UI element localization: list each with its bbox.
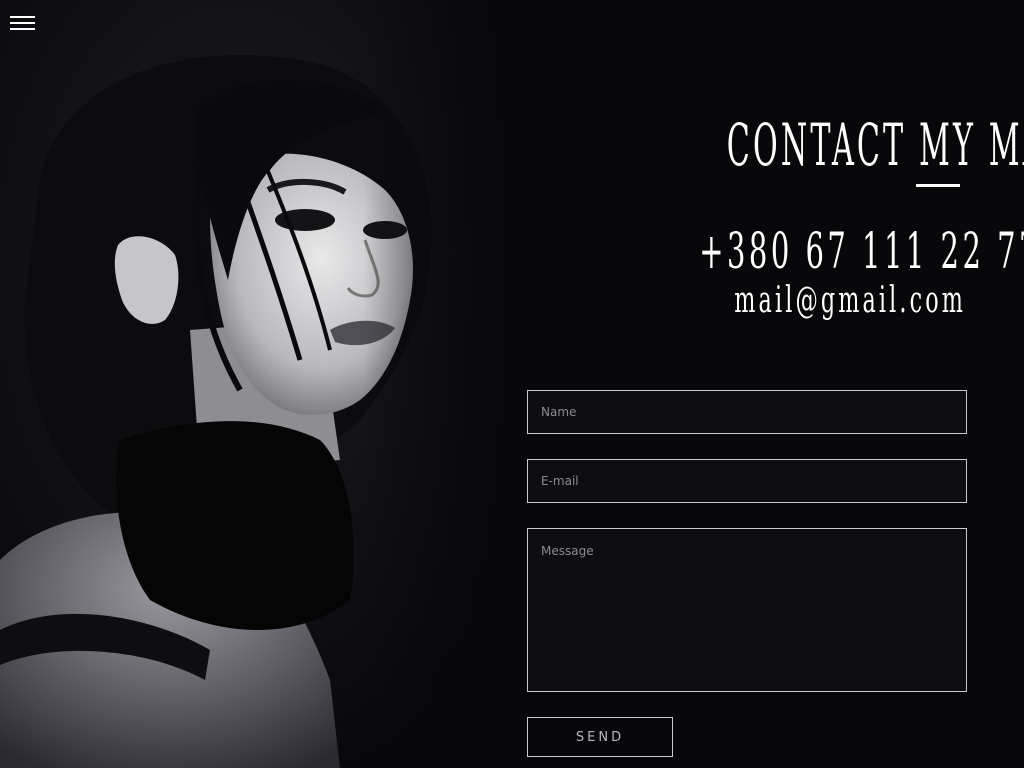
contact-info: CONTACT MY MANAGER +380 67 111 22 77 mai…	[506, 111, 1024, 321]
hamburger-menu-icon[interactable]	[10, 16, 36, 34]
contact-page: CONTACT MY MANAGER +380 67 111 22 77 mai…	[0, 0, 1024, 768]
contact-form: SEND	[527, 390, 967, 757]
menu-line	[10, 28, 35, 30]
phone-number[interactable]: +380 67 111 22 77	[699, 223, 1024, 279]
title-underline	[916, 184, 960, 187]
menu-line	[10, 16, 35, 18]
send-button[interactable]: SEND	[527, 717, 673, 757]
message-field[interactable]	[527, 528, 967, 692]
name-field[interactable]	[527, 390, 967, 434]
email-field[interactable]	[527, 459, 967, 503]
email-address[interactable]: mail@gmail.com	[681, 281, 966, 321]
page-title: CONTACT MY MANAGER	[726, 111, 1024, 179]
menu-line	[10, 22, 35, 24]
model-portrait-image	[0, 0, 520, 768]
